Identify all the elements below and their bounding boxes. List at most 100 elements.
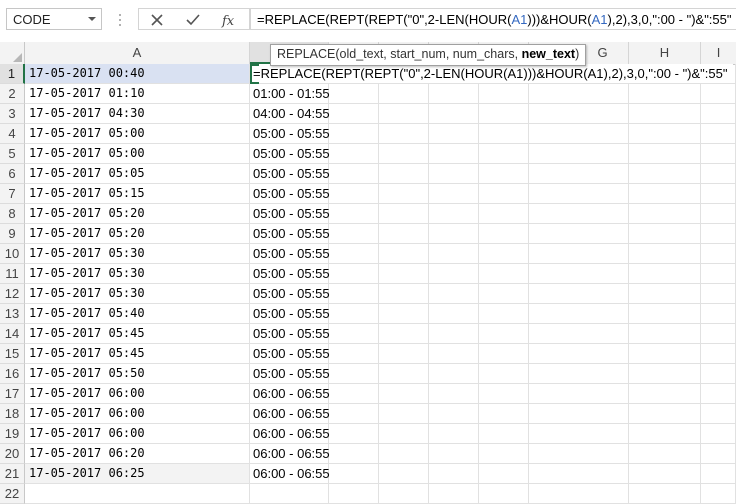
empty-cell[interactable] [701,344,736,364]
empty-cell[interactable] [701,184,736,204]
empty-cell[interactable] [629,424,701,444]
formula-input[interactable]: =REPLACE(REPT(REPT("0",2-LEN(HOUR(A1)))&… [250,8,736,30]
empty-cell[interactable] [329,284,379,304]
empty-cell[interactable] [479,304,529,324]
empty-cell[interactable] [479,164,529,184]
empty-cell[interactable] [429,304,479,324]
empty-cell[interactable] [379,484,429,504]
empty-cell[interactable] [529,264,629,284]
cell-b[interactable]: 06:00 - 06:55 [250,464,330,484]
empty-cell[interactable] [379,464,429,484]
row-header[interactable]: 20 [0,444,25,464]
empty-cell[interactable] [701,244,736,264]
empty-cell[interactable] [329,344,379,364]
cell-a[interactable]: 17-05-2017 01:10 [25,84,250,104]
empty-cell[interactable] [479,344,529,364]
cell-b[interactable]: 06:00 - 06:55 [250,404,330,424]
empty-cell[interactable] [701,404,736,424]
cell-b[interactable]: 05:00 - 05:55 [250,184,330,204]
empty-cell[interactable] [479,184,529,204]
empty-cell[interactable] [701,304,736,324]
empty-cell[interactable] [429,184,479,204]
cell-b[interactable]: 06:00 - 06:55 [250,384,330,404]
empty-cell[interactable] [701,264,736,284]
empty-cell[interactable] [479,444,529,464]
empty-cell[interactable] [629,444,701,464]
cancel-x-icon[interactable] [147,11,167,29]
empty-cell[interactable] [329,424,379,444]
empty-cell[interactable] [629,284,701,304]
empty-cell[interactable] [701,164,736,184]
empty-cell[interactable] [379,284,429,304]
empty-cell[interactable] [629,364,701,384]
row-header[interactable]: 9 [0,224,25,244]
empty-cell[interactable] [329,264,379,284]
row-header[interactable]: 14 [0,324,25,344]
empty-cell[interactable] [479,484,529,504]
empty-cell[interactable] [629,144,701,164]
empty-cell[interactable] [429,284,479,304]
empty-cell[interactable] [629,164,701,184]
row-header[interactable]: 1 [0,64,25,84]
empty-cell[interactable] [379,264,429,284]
column-header-a[interactable]: A [25,42,250,64]
row-header[interactable]: 3 [0,104,25,124]
empty-cell[interactable] [479,404,529,424]
empty-cell[interactable] [379,364,429,384]
cell-a[interactable]: 17-05-2017 06:20 [25,444,250,464]
cell-b[interactable]: 05:00 - 05:55 [250,124,330,144]
cell-a[interactable]: 17-05-2017 06:00 [25,384,250,404]
cell-b[interactable]: 06:00 - 06:55 [250,444,330,464]
cell-b[interactable]: 01:00 - 01:55 [250,84,330,104]
empty-cell[interactable] [529,344,629,364]
empty-cell[interactable] [379,344,429,364]
cell-a[interactable]: 17-05-2017 06:00 [25,404,250,424]
empty-cell[interactable] [379,244,429,264]
checkmark-icon[interactable] [183,11,203,29]
empty-cell[interactable] [429,244,479,264]
empty-cell[interactable] [429,84,479,104]
cell-a[interactable]: 17-05-2017 05:30 [25,284,250,304]
empty-cell[interactable] [701,464,736,484]
empty-cell[interactable] [629,324,701,344]
empty-cell[interactable] [329,304,379,324]
empty-cell[interactable] [479,284,529,304]
empty-cell[interactable] [429,344,479,364]
empty-cell[interactable] [629,184,701,204]
empty-cell[interactable] [329,404,379,424]
empty-cell[interactable] [379,104,429,124]
cell-a[interactable] [25,484,250,504]
cell-b[interactable]: 05:00 - 05:55 [250,264,330,284]
insert-function-icon[interactable]: fx [219,11,239,29]
cell-a[interactable]: 17-05-2017 05:45 [25,344,250,364]
empty-cell[interactable] [529,304,629,324]
empty-cell[interactable] [329,144,379,164]
empty-cell[interactable] [379,144,429,164]
empty-cell[interactable] [701,384,736,404]
name-box[interactable]: CODE [6,8,102,30]
cell-b[interactable]: 05:00 - 05:55 [250,284,330,304]
empty-cell[interactable] [701,284,736,304]
empty-cell[interactable] [429,124,479,144]
empty-cell[interactable] [479,324,529,344]
empty-cell[interactable] [329,484,379,504]
empty-cell[interactable] [379,404,429,424]
empty-cell[interactable] [479,124,529,144]
empty-cell[interactable] [479,204,529,224]
row-header[interactable]: 10 [0,244,25,264]
empty-cell[interactable] [479,264,529,284]
empty-cell[interactable] [329,244,379,264]
row-header[interactable]: 22 [0,484,25,504]
empty-cell[interactable] [629,244,701,264]
empty-cell[interactable] [429,104,479,124]
row-header[interactable]: 8 [0,204,25,224]
empty-cell[interactable] [379,384,429,404]
empty-cell[interactable] [529,84,629,104]
empty-cell[interactable] [329,184,379,204]
empty-cell[interactable] [529,184,629,204]
cell-a[interactable]: 17-05-2017 04:30 [25,104,250,124]
cell-a[interactable]: 17-05-2017 06:25 [25,464,250,484]
empty-cell[interactable] [429,404,479,424]
empty-cell[interactable] [329,464,379,484]
empty-cell[interactable] [629,404,701,424]
